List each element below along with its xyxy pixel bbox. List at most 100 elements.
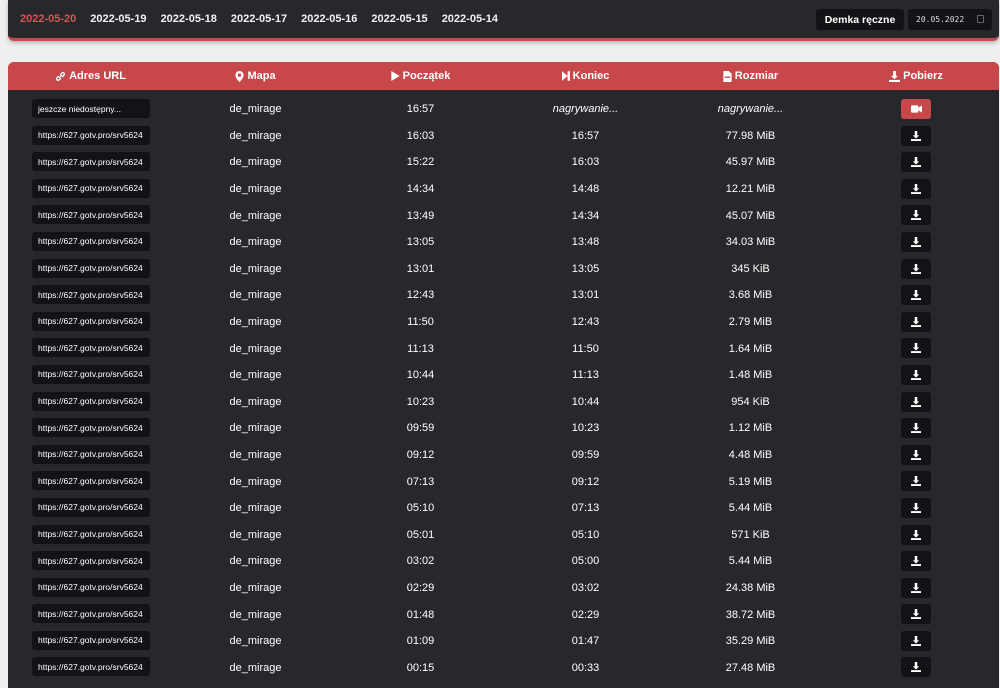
date-picker-input[interactable]: 20.05.2022 [908,9,992,30]
map-marker-icon [235,70,245,82]
date-tab-2022-05-20[interactable]: 2022-05-20 [20,13,76,25]
url-field[interactable]: https://627.gotv.pro/srv5624 [32,471,150,491]
header-map: Mapa [173,62,338,90]
url-field[interactable]: https://627.gotv.pro/srv5624 [32,391,150,411]
download-button[interactable] [901,524,931,545]
url-field[interactable]: https://627.gotv.pro/srv5624 [32,364,150,384]
download-icon [911,449,921,460]
size-cell: 5.19 MiB [728,475,773,488]
download-button[interactable] [901,258,931,279]
download-icon [911,316,921,327]
url-field[interactable]: https://627.gotv.pro/srv5624 [32,231,150,251]
download-button[interactable] [901,577,931,598]
table-row: https://627.gotv.pro/srv5624 de_mirage 00:… [8,654,999,681]
url-field[interactable]: jeszcze niedostępny... [32,99,150,118]
url-field[interactable]: https://627.gotv.pro/srv5624 [32,258,150,278]
end-cell: nagrywanie... [552,103,619,116]
end-cell: 05:10 [571,528,600,541]
download-button[interactable] [901,178,931,199]
table-row: https://627.gotv.pro/srv5624 de_mirage 14:… [8,176,999,203]
size-cell: 954 KiB [731,395,770,408]
url-field[interactable]: https://627.gotv.pro/srv5624 [32,551,150,571]
download-button[interactable] [901,205,931,226]
url-field[interactable]: https://627.gotv.pro/srv5624 [32,311,150,331]
download-button[interactable] [901,471,931,492]
download-button[interactable] [901,551,931,572]
url-field[interactable]: https://627.gotv.pro/srv5624 [32,205,150,225]
url-field[interactable]: https://627.gotv.pro/srv5624 [32,444,150,464]
download-button[interactable] [901,338,931,359]
url-field[interactable]: https://627.gotv.pro/srv5624 [32,524,150,544]
download-button[interactable] [901,391,931,412]
url-field[interactable]: https://627.gotv.pro/srv5624 [32,125,150,145]
date-tab-2022-05-15[interactable]: 2022-05-15 [371,13,427,25]
table-row: https://627.gotv.pro/srv5624 de_mirage 01:… [8,601,999,628]
recording-button[interactable] [901,99,931,119]
date-tab-2022-05-19[interactable]: 2022-05-19 [90,13,146,25]
table-row: https://627.gotv.pro/srv5624 de_mirage 03:… [8,548,999,575]
table-row: https://627.gotv.pro/srv5624 de_mirage 13:… [8,256,999,283]
link-icon [56,71,66,81]
download-icon [911,556,921,567]
map-cell: de_mirage [229,342,282,355]
date-tab-2022-05-14[interactable]: 2022-05-14 [442,13,498,25]
download-icon [911,290,921,301]
start-cell: 10:23 [406,395,435,408]
start-cell: 11:13 [407,342,434,355]
map-cell: de_mirage [229,209,282,222]
url-field[interactable]: https://627.gotv.pro/srv5624 [32,178,150,198]
download-icon [911,183,921,194]
url-field[interactable]: https://627.gotv.pro/srv5624 [32,285,150,305]
download-button[interactable] [901,285,931,306]
download-icon [911,369,921,380]
date-tab-2022-05-18[interactable]: 2022-05-18 [161,13,217,25]
url-field[interactable]: https://627.gotv.pro/srv5624 [32,338,150,358]
date-tab-2022-05-16[interactable]: 2022-05-16 [301,13,357,25]
download-button[interactable] [901,604,931,625]
download-button[interactable] [901,418,931,439]
download-button[interactable] [901,125,931,146]
url-field[interactable]: https://627.gotv.pro/srv5624 [32,152,150,172]
map-cell: de_mirage [229,422,282,435]
end-cell: 14:34 [571,209,600,222]
size-cell: nagrywanie... [717,103,784,116]
download-button[interactable] [901,311,931,332]
date-tab-2022-05-17[interactable]: 2022-05-17 [231,13,287,25]
start-cell: 10:44 [406,369,435,382]
header-start: Początek [338,62,503,90]
url-field[interactable]: https://627.gotv.pro/srv5624 [32,577,150,597]
download-icon [911,263,921,274]
end-cell: 13:48 [571,236,600,249]
header-url: Adres URL [8,62,173,90]
start-cell: 12:43 [406,289,435,302]
size-cell: 345 KiB [731,262,770,275]
size-cell: 35.29 MiB [725,635,776,648]
table-row: https://627.gotv.pro/srv5624 de_mirage 07:… [8,468,999,495]
download-icon [911,343,921,354]
download-button[interactable] [901,630,931,651]
url-field[interactable]: https://627.gotv.pro/srv5624 [32,630,150,650]
download-button[interactable] [901,231,931,252]
url-field[interactable]: https://627.gotv.pro/srv5624 [32,604,150,624]
download-button[interactable] [901,497,931,518]
download-button[interactable] [901,657,931,678]
map-cell: de_mirage [229,581,282,594]
start-cell: 07:13 [406,475,435,488]
start-cell: 15:22 [406,156,435,169]
size-cell: 5.44 MiB [728,502,773,515]
download-icon [911,396,921,407]
manual-demo-button[interactable]: Demka ręczne [816,9,904,30]
download-button[interactable] [901,152,931,173]
start-cell: 13:49 [406,209,435,222]
table-row: https://627.gotv.pro/srv5624 de_mirage 16:… [8,123,999,150]
url-field[interactable]: https://627.gotv.pro/srv5624 [32,497,150,517]
url-field[interactable]: https://627.gotv.pro/srv5624 [32,418,150,438]
size-cell: 5.44 MiB [728,555,773,568]
video-camera-icon [910,105,922,113]
url-field[interactable]: https://627.gotv.pro/srv5624 [32,657,150,677]
start-cell: 05:01 [406,528,435,541]
end-cell: 07:13 [571,502,600,515]
calendar-icon[interactable] [977,15,984,23]
download-button[interactable] [901,444,931,465]
download-button[interactable] [901,364,931,385]
